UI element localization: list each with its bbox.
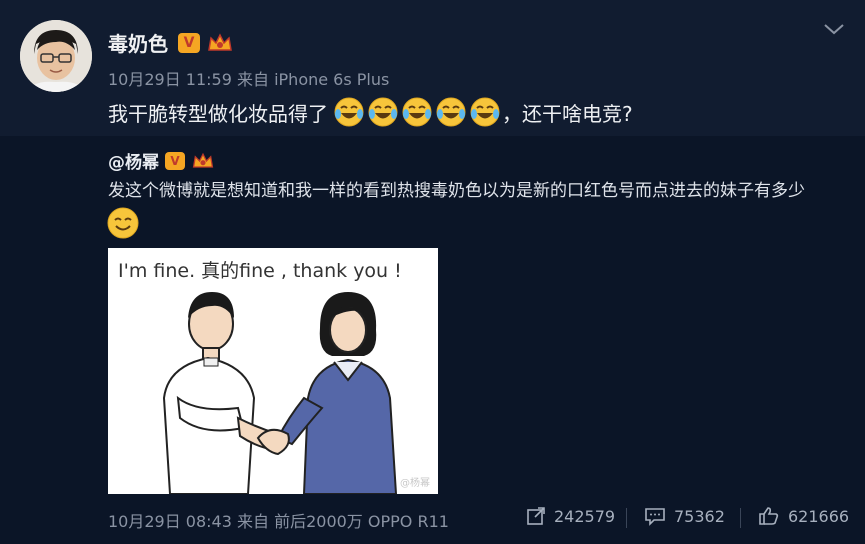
original-post: 毒奶色 V 10月29日 11:59 来自 iPhone 6s Plus 我干脆… [0,0,865,136]
thumbs-up-icon [759,507,779,525]
crying-laughing-icon [368,97,398,127]
like-button[interactable]: 621666 [758,506,849,526]
author-avatar[interactable] [20,20,92,92]
post-text-tail: ，还干啥电竞? [502,101,633,126]
author-name[interactable]: 毒奶色 [108,28,168,57]
repost-image[interactable]: I'm fine. 真的fine , thank you ! @杨幂 [108,248,438,494]
like-count: 621666 [788,506,850,526]
crying-laughing-icon [402,97,432,127]
image-watermark: @杨幂 [400,476,430,489]
author-row: 毒奶色 V [108,28,234,57]
repost-icon [527,507,545,525]
crying-laughing-icon [334,97,364,127]
repost-text: 发这个微博就是想知道和我一样的看到热搜毒奶色以为是新的口红色号而点进去的妹子有多… [108,181,805,201]
vip-crown-icon [208,32,232,51]
action-divider [626,508,627,528]
chevron-down-icon[interactable] [822,20,846,38]
repost-author-row: @杨幂 V [108,148,215,173]
post-text: 我干脆转型做化妆品得了 ，还干啥电竞? [108,96,633,128]
vip-crown-icon [192,152,214,168]
comment-count: 75362 [674,506,725,526]
action-divider [740,508,741,528]
crying-laughing-icon [436,97,466,127]
repost-author-name[interactable]: @杨幂 [108,148,159,173]
comment-icon [645,508,665,526]
emoji-row [332,96,502,128]
verified-v-icon: V [178,32,200,53]
handshake-illustration: @杨幂 [162,292,430,494]
comment-button[interactable]: 75362 [644,506,725,526]
repost-meta: 10月29日 08:43 来自 前后2000万 OPPO R11 [108,512,449,531]
verified-v-icon: V [165,151,185,170]
repost-button[interactable]: 242579 [526,506,615,526]
post-text-main: 我干脆转型做化妆品得了 [108,101,328,126]
repost-count: 242579 [554,506,616,526]
crying-laughing-icon [470,97,500,127]
post-meta: 10月29日 11:59 来自 iPhone 6s Plus [108,70,390,89]
smile-emoji-icon [107,207,139,239]
